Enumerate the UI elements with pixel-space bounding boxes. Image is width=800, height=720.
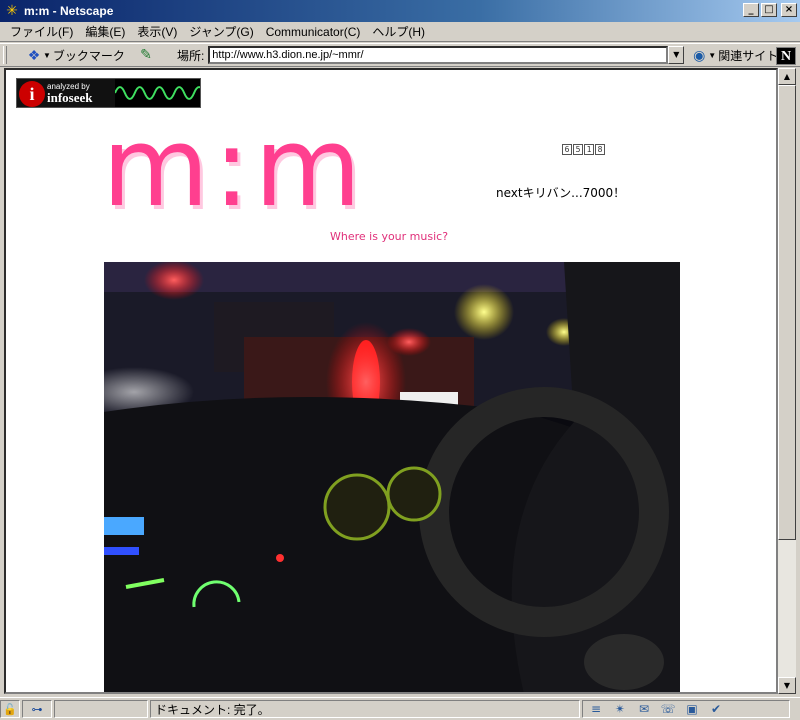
mail-icon[interactable]: ✉ <box>635 702 653 716</box>
grip-icon: ≡ <box>590 702 602 716</box>
counter-digit: 1 <box>584 144 594 155</box>
menu-communicator[interactable]: Communicator(C) <box>260 25 367 39</box>
security-cell[interactable]: 🔓 <box>0 700 20 718</box>
menu-view[interactable]: 表示(V) <box>131 23 183 40</box>
globe-icon: ◉ <box>693 46 706 63</box>
scroll-up-button[interactable]: ▲ <box>778 68 796 85</box>
counter-digit: 5 <box>573 144 583 155</box>
url-dropdown-button[interactable]: ▼ <box>668 46 685 64</box>
dashboard-photo <box>104 262 680 692</box>
menu-go[interactable]: ジャンプ(G) <box>183 23 259 40</box>
caret-down-icon: ▼ <box>708 50 717 60</box>
bookmarks-label: ブックマーク <box>52 48 125 63</box>
page-viewport: i analyzed by infoseek m:m 6 5 1 8 nextキ… <box>4 68 778 694</box>
toolbar-grip[interactable] <box>3 46 7 64</box>
related-sites-button[interactable]: ◉ ▼ 関連サイト <box>690 47 778 64</box>
kiriban-text: nextキリバン...7000！ <box>496 186 626 200</box>
counter-digit: 6 <box>562 144 572 155</box>
netscape-logo[interactable]: N <box>776 47 796 65</box>
close-button[interactable]: × <box>781 3 797 17</box>
scroll-thumb[interactable] <box>778 85 796 540</box>
hit-counter: 6 5 1 8 <box>562 144 605 155</box>
location-toolbar: ❖ ▼ ブックマーク ✎ 場所: http://www.h3.dion.ne.j… <box>0 43 800 67</box>
bookmarks-button[interactable]: ❖ ▼ ブックマーク <box>25 47 125 64</box>
url-input[interactable]: http://www.h3.dion.ne.jp/~mmr/ <box>208 46 669 64</box>
status-text: ドキュメント: 完了。 <box>155 702 270 717</box>
edit-icon[interactable]: ✔ <box>707 702 725 716</box>
menu-bar: ファイル(F) 編集(E) 表示(V) ジャンプ(G) Communicator… <box>0 22 800 42</box>
bookmark-icon: ❖ <box>27 47 41 63</box>
status-text-cell: ドキュメント: 完了。 <box>150 700 580 718</box>
related-label: 関連サイト <box>718 48 779 63</box>
composer-icon[interactable]: ▣ <box>683 702 701 716</box>
connection-cell: ⊶ <box>22 700 52 718</box>
maximize-button[interactable]: □ <box>761 3 777 17</box>
vertical-scrollbar[interactable]: ▲ ▼ <box>778 68 796 694</box>
connection-icon: ⊶ <box>31 702 43 716</box>
tagline: Where is your music? <box>330 230 449 243</box>
menu-file[interactable]: ファイル(F) <box>4 23 79 40</box>
menu-edit[interactable]: 編集(E) <box>79 23 131 40</box>
page-proxy-icon[interactable]: ✎ <box>137 47 155 63</box>
status-bar: 🔓 ⊶ ドキュメント: 完了。 ≡ ✴ ✉ ☏ ▣ ✔ <box>0 697 800 720</box>
navigator-icon[interactable]: ✴ <box>611 702 629 716</box>
menu-help[interactable]: ヘルプ(H) <box>366 23 431 40</box>
caret-down-icon: ▼ <box>43 50 51 60</box>
progress-cell <box>54 700 148 718</box>
counter-digit: 8 <box>595 144 605 155</box>
location-label: 場所: <box>176 48 205 63</box>
scroll-down-button[interactable]: ▼ <box>778 677 796 694</box>
site-logo: m:m <box>102 103 366 231</box>
window-controls: _ □ × <box>743 3 797 17</box>
title-bar: ✳ m:m - Netscape _ □ × <box>0 0 800 22</box>
component-tray: ≡ ✴ ✉ ☏ ▣ ✔ <box>582 700 790 718</box>
infoseek-logo-icon: i <box>19 81 45 107</box>
netscape-icon: ✳ <box>6 3 18 19</box>
window-title: m:m - Netscape <box>24 4 114 18</box>
minimize-button[interactable]: _ <box>743 3 759 17</box>
lock-icon: 🔓 <box>3 702 17 716</box>
discussion-icon[interactable]: ☏ <box>659 702 677 716</box>
component-tray-icons: ≡ ✴ ✉ ☏ ▣ ✔ <box>583 702 729 716</box>
